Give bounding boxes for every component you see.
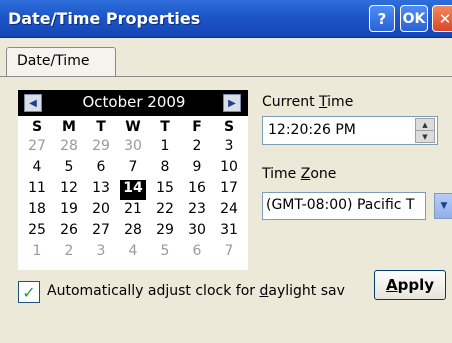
calendar-day[interactable]: 24: [213, 201, 245, 221]
arrow-up-icon: ▲: [422, 120, 428, 129]
previous-month-button[interactable]: ◀: [24, 94, 42, 112]
calendar-day[interactable]: 16: [181, 180, 213, 200]
calendar-day[interactable]: 6: [181, 243, 213, 263]
current-time-label-accel: T: [319, 94, 328, 110]
weekday-header: S: [223, 119, 235, 135]
time-zone-label-pre: Time: [262, 166, 301, 182]
calendar-day[interactable]: 9: [181, 159, 213, 179]
current-time-label-post: ime: [327, 94, 354, 110]
calendar-day[interactable]: 23: [181, 201, 213, 221]
calendar-day[interactable]: 17: [213, 180, 245, 200]
month-calendar: ◀ October 2009 ▶ S M T W T F S 27 28 29 30 1 2 3 4 5 6 7 8…: [18, 90, 248, 270]
calendar-day[interactable]: 7: [117, 159, 149, 179]
calendar-day[interactable]: 27: [85, 222, 117, 242]
calendar-day[interactable]: 29: [85, 138, 117, 158]
calendar-day[interactable]: 2: [53, 243, 85, 263]
daylight-saving-label[interactable]: Automatically adjust clock for daylight …: [47, 283, 367, 303]
help-button[interactable]: ?: [369, 5, 395, 32]
calendar-day[interactable]: 13: [85, 180, 117, 200]
calendar-day[interactable]: 4: [21, 159, 53, 179]
calendar-day[interactable]: 20: [85, 201, 117, 221]
current-time-label-pre: Current: [262, 94, 320, 110]
tab-date-time[interactable]: Date/Time: [6, 47, 116, 77]
checkmark-icon: ✓: [22, 282, 36, 302]
time-zone-dropdown-button[interactable]: ▼: [434, 193, 452, 219]
weekday-header: F: [192, 119, 202, 135]
weekday-header: W: [125, 119, 141, 135]
calendar-day[interactable]: 18: [21, 201, 53, 221]
calendar-day[interactable]: 6: [85, 159, 117, 179]
apply-label-accel: A: [385, 276, 398, 294]
calendar-day[interactable]: 30: [181, 222, 213, 242]
weekday-header: S: [31, 119, 43, 135]
spin-up-button[interactable]: ▲: [416, 119, 434, 131]
chevron-down-icon: ▼: [440, 201, 448, 211]
calendar-day[interactable]: 3: [213, 138, 245, 158]
calendar-day[interactable]: 28: [53, 138, 85, 158]
time-zone-label-accel: Z: [300, 166, 311, 182]
calendar-day[interactable]: 4: [117, 243, 149, 263]
chevron-right-icon: ▶: [228, 97, 236, 109]
weekday-header: T: [160, 119, 170, 135]
ok-button[interactable]: OK: [400, 5, 428, 32]
arrow-down-icon: ▼: [422, 133, 428, 141]
calendar-day[interactable]: 26: [53, 222, 85, 242]
calendar-day[interactable]: 5: [149, 243, 181, 263]
time-zone-label-post: one: [310, 166, 337, 182]
calendar-day[interactable]: 7: [213, 243, 245, 263]
calendar-day[interactable]: 2: [181, 138, 213, 158]
current-time-label: Current Time: [262, 94, 353, 110]
calendar-day[interactable]: 21: [117, 201, 149, 221]
calendar-day[interactable]: 27: [21, 138, 53, 158]
window-title: Date/Time Properties: [8, 9, 201, 28]
calendar-day-selected[interactable]: 14: [120, 180, 146, 200]
calendar-day[interactable]: 12: [53, 180, 85, 200]
chevron-left-icon: ◀: [29, 97, 37, 109]
calendar-day[interactable]: 25: [21, 222, 53, 242]
weekday-header: M: [62, 119, 76, 135]
apply-button[interactable]: Apply: [374, 270, 446, 300]
daylight-label-pre: Automatically adjust clock for: [47, 283, 260, 299]
calendar-day[interactable]: 30: [117, 138, 149, 158]
apply-label-post: pply: [397, 276, 434, 294]
calendar-header: ◀ October 2009 ▶: [18, 90, 248, 116]
calendar-day[interactable]: 5: [53, 159, 85, 179]
current-time-field[interactable]: 12:20:26 PM: [262, 116, 438, 145]
daylight-saving-checkbox[interactable]: ✓: [18, 281, 40, 303]
calendar-day[interactable]: 1: [149, 138, 181, 158]
close-button[interactable]: ✕: [432, 5, 452, 32]
calendar-day[interactable]: 19: [53, 201, 85, 221]
calendar-day[interactable]: 8: [149, 159, 181, 179]
calendar-day[interactable]: 22: [149, 201, 181, 221]
calendar-day[interactable]: 29: [149, 222, 181, 242]
weekday-header: T: [96, 119, 106, 135]
time-spinner: ▲ ▼: [415, 118, 435, 143]
time-zone-label: Time Zone: [262, 166, 336, 182]
calendar-day[interactable]: 15: [149, 180, 181, 200]
month-year-label[interactable]: October 2009: [54, 93, 214, 111]
calendar-day[interactable]: 10: [213, 159, 245, 179]
calendar-day[interactable]: 28: [117, 222, 149, 242]
title-bar: Date/Time Properties ? OK ✕: [0, 0, 452, 38]
spin-down-button[interactable]: ▼: [416, 131, 434, 143]
next-month-button[interactable]: ▶: [223, 94, 241, 112]
time-zone-select[interactable]: (GMT-08:00) Pacific T: [262, 192, 426, 220]
calendar-day[interactable]: 1: [21, 243, 53, 263]
calendar-day[interactable]: 3: [85, 243, 117, 263]
calendar-day[interactable]: 11: [21, 180, 53, 200]
calendar-day[interactable]: 31: [213, 222, 245, 242]
daylight-label-post: aylight sav: [268, 283, 345, 299]
